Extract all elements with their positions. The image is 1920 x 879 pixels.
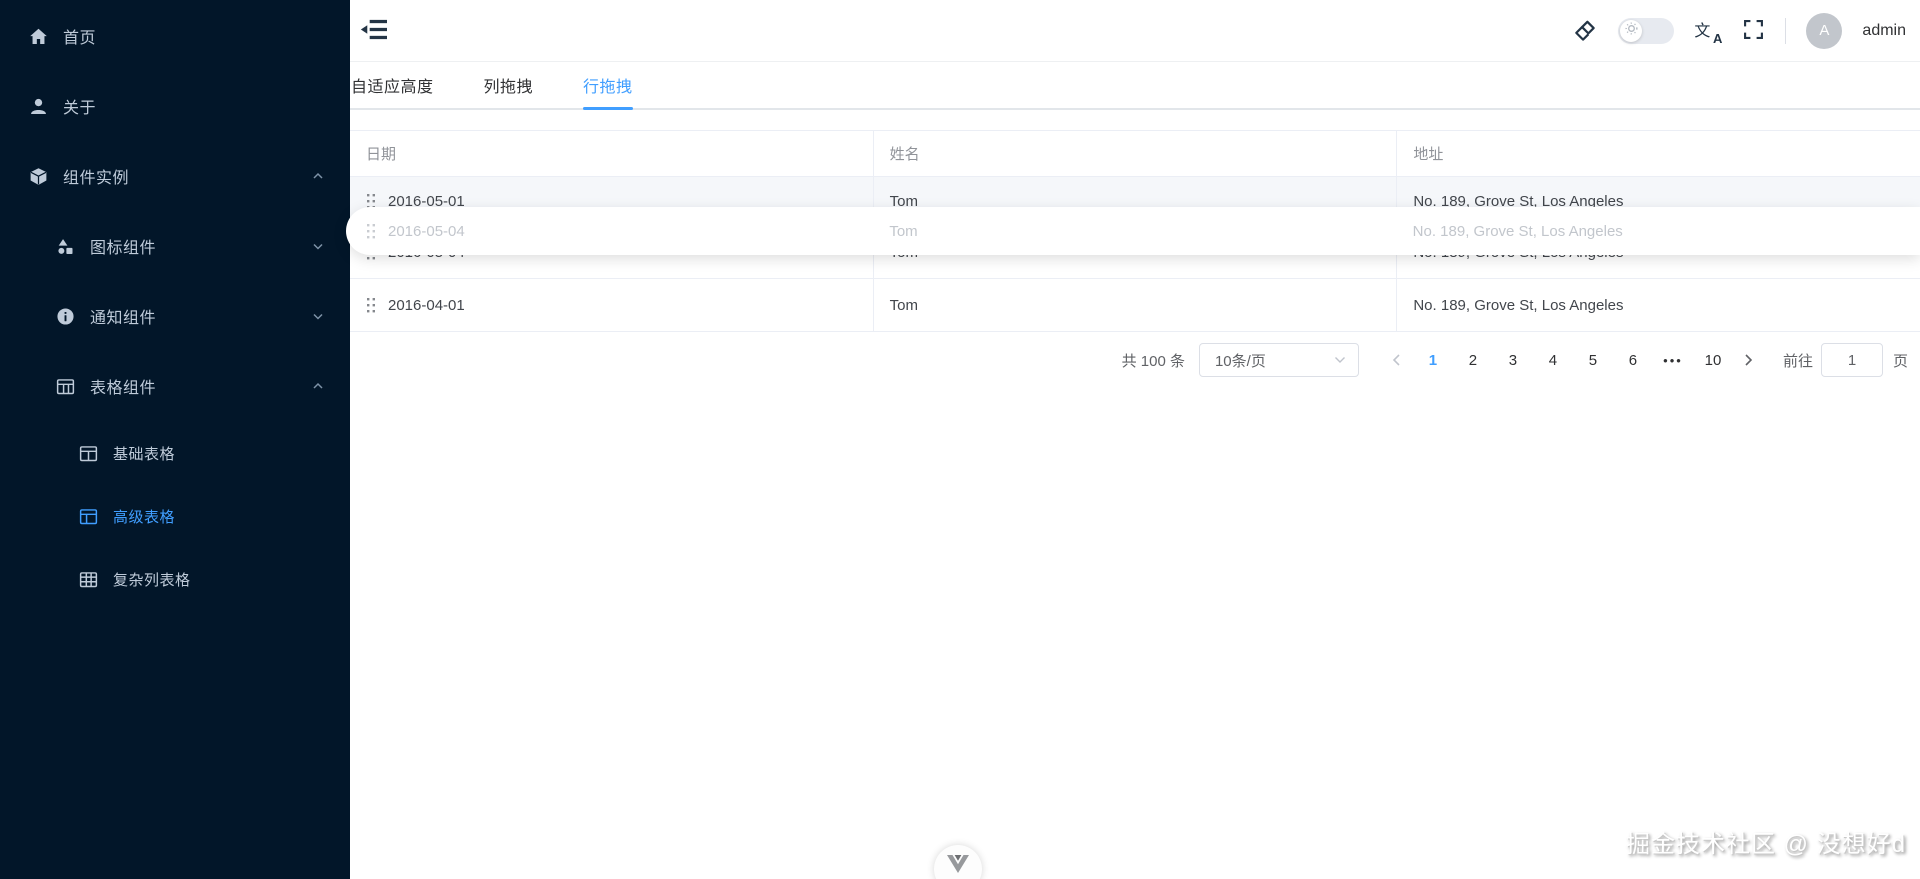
page-number[interactable]: 5	[1577, 352, 1609, 369]
goto-page-input[interactable]	[1820, 343, 1883, 377]
sidebar-item-label: 表格组件	[90, 380, 157, 397]
page-unit-label: 页	[1892, 352, 1908, 370]
topbar-divider	[1785, 17, 1787, 44]
sidebar-item-label: 图标组件	[90, 240, 157, 257]
drag-handle-icon	[366, 223, 376, 240]
sidebar-item-label: 首页	[63, 30, 97, 47]
tag-button[interactable]	[1571, 16, 1598, 46]
sidebar-item-label: 组件实例	[63, 170, 130, 187]
page-number[interactable]: 3	[1497, 352, 1529, 369]
column-header-name: 姓名	[874, 131, 1398, 176]
username[interactable]: admin	[1862, 22, 1906, 40]
chevron-up-icon	[312, 380, 324, 392]
grid-basic-icon	[78, 443, 99, 464]
sidebar-item-label: 基础表格	[113, 445, 176, 463]
avatar[interactable]: A	[1806, 12, 1843, 49]
shapes-icon	[55, 236, 76, 257]
sidebar-item-components[interactable]: 组件实例	[0, 148, 350, 204]
sidebar-item-home[interactable]: 首页	[0, 8, 350, 64]
tag-icon	[1571, 16, 1598, 46]
sidebar-collapse-button[interactable]	[360, 17, 389, 45]
pagination-total: 共 100 条	[1121, 352, 1185, 370]
sidebar-item-icon-components[interactable]: 图标组件	[0, 218, 350, 274]
sidebar-item-label: 关于	[63, 100, 97, 117]
sidebar-item-notice-components[interactable]: 通知组件	[0, 288, 350, 344]
drag-handle-icon[interactable]	[366, 297, 376, 314]
theme-switch-knob	[1620, 19, 1643, 42]
sidebar-item-table-components[interactable]: 表格组件	[0, 358, 350, 414]
fullscreen-button[interactable]	[1742, 18, 1765, 44]
topbar: 文 A A admin	[350, 0, 1920, 62]
sidebar-item-advanced-table[interactable]: 高级表格	[0, 491, 350, 541]
cell-name: Tom	[874, 279, 1398, 331]
tab-bar: 自适应高度 列拖拽 行拖拽	[350, 62, 1920, 110]
cell-date: 2016-05-04	[388, 222, 465, 240]
grid-complex-icon	[78, 569, 99, 590]
language-icon: 文 A	[1694, 18, 1723, 46]
page-size-select[interactable]: 10条/页	[1198, 343, 1359, 377]
column-header-address: 地址	[1413, 146, 1444, 163]
content-panel: 日期 姓名 地址 2016-05-01 Tom No. 189, Grove S…	[346, 110, 1920, 879]
app-root: 首页 关于 组件实例 图标组件 通知组件 表格组件 基础表格 高级表格 复杂列表…	[0, 0, 1920, 879]
more-pages-icon[interactable]: •••	[1657, 353, 1689, 368]
tab-row-drag[interactable]: 行拖拽	[583, 62, 633, 110]
sidebar-item-label: 通知组件	[90, 310, 157, 327]
chevron-down-icon	[312, 240, 324, 252]
page-number[interactable]: 4	[1537, 352, 1569, 369]
chevron-down-icon	[1334, 356, 1346, 364]
fold-icon	[360, 17, 389, 45]
page-number[interactable]: 10	[1697, 352, 1729, 369]
topbar-right: 文 A A admin	[1571, 12, 1906, 49]
drag-ghost-row: 2016-05-04 Tom No. 189, Grove St, Los An…	[346, 207, 1920, 255]
page-number[interactable]: 1	[1417, 352, 1449, 369]
sidebar: 首页 关于 组件实例 图标组件 通知组件 表格组件 基础表格 高级表格 复杂列表…	[0, 0, 350, 879]
sun-icon	[1624, 21, 1639, 41]
page-number[interactable]: 6	[1617, 352, 1649, 369]
main-area: 文 A A admin 自适应高度 列拖拽 行拖拽 日期 姓名 地址 2016-…	[346, 0, 1920, 879]
prev-page-button[interactable]	[1381, 353, 1413, 367]
language-icon-secondary-glyph: A	[1713, 30, 1723, 46]
grid-advanced-icon	[78, 506, 99, 527]
tab-label: 自适应高度	[351, 79, 434, 96]
page-number[interactable]: 2	[1457, 352, 1489, 369]
cell-address: No. 189, Grove St, Los Angeles	[1413, 296, 1624, 314]
cell-address: No. 189, Grove St, Los Angeles	[1412, 222, 1623, 240]
language-icon-primary-glyph: 文	[1694, 22, 1711, 40]
tab-adaptive-height[interactable]: 自适应高度	[351, 62, 434, 108]
home-icon	[28, 26, 49, 47]
cell-name: Tom	[889, 222, 918, 240]
tab-label: 列拖拽	[483, 79, 534, 96]
theme-switch[interactable]	[1618, 17, 1675, 44]
user-icon	[28, 96, 49, 117]
goto-page-label: 前往	[1782, 352, 1813, 370]
info-icon	[55, 306, 76, 327]
sidebar-item-label: 复杂列表格	[113, 571, 191, 589]
column-header-date: 日期	[350, 131, 874, 176]
sidebar-item-about[interactable]: 关于	[0, 78, 350, 134]
sidebar-item-complex-table[interactable]: 复杂列表格	[0, 554, 350, 604]
chevron-down-icon	[312, 310, 324, 322]
language-button[interactable]: 文 A	[1694, 18, 1723, 46]
sidebar-item-basic-table[interactable]: 基础表格	[0, 428, 350, 478]
next-page-button[interactable]	[1733, 353, 1765, 367]
down-arrow-icon	[947, 855, 969, 878]
fullscreen-icon	[1742, 18, 1765, 44]
page-size-value: 10条/页	[1214, 352, 1266, 370]
table-row[interactable]: 2016-04-01 Tom No. 189, Grove St, Los An…	[350, 279, 1920, 332]
pagination: 共 100 条 10条/页 1 2 3 4 5 6 ••• 10 前往 页	[350, 342, 1920, 378]
chevron-up-icon	[312, 170, 324, 182]
cell-date: 2016-04-01	[388, 296, 465, 314]
tab-column-drag[interactable]: 列拖拽	[484, 62, 534, 108]
tab-label: 行拖拽	[583, 79, 633, 96]
table-header-row: 日期 姓名 地址	[350, 131, 1920, 177]
avatar-letter: A	[1819, 22, 1830, 39]
table-icon	[55, 376, 76, 397]
sidebar-item-label: 高级表格	[113, 508, 176, 526]
box-icon	[28, 166, 49, 187]
